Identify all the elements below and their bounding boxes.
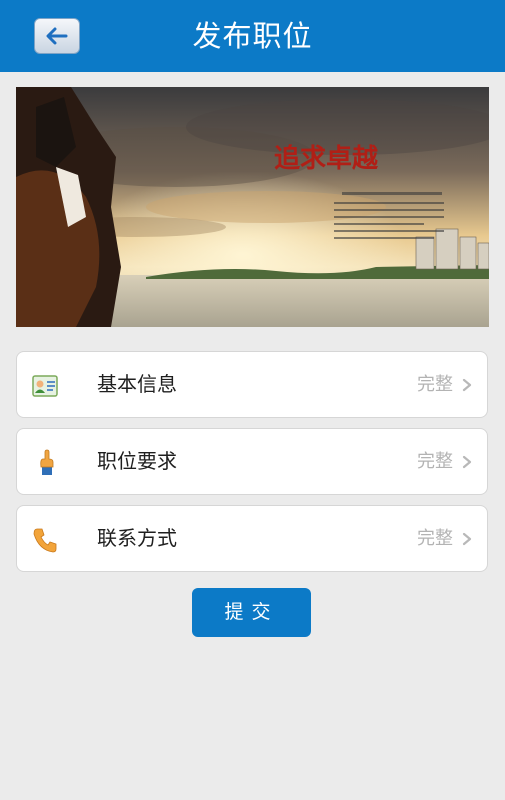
title-bar: 发布职位	[0, 0, 505, 72]
section-status: 完整	[417, 451, 453, 472]
chevron-right-icon	[462, 455, 472, 469]
banner-slogan: 追求卓越	[274, 143, 379, 174]
section-basic-info[interactable]: 基本信息 完整	[16, 351, 488, 418]
section-status: 完整	[417, 374, 453, 395]
section-contact-info[interactable]: 联系方式 完整	[16, 505, 488, 572]
chevron-right-icon	[462, 378, 472, 392]
id-card-icon	[32, 375, 58, 397]
section-label: 联系方式	[97, 526, 177, 550]
arrow-left-icon	[46, 27, 68, 45]
chevron-right-icon	[462, 532, 472, 546]
section-status: 完整	[417, 528, 453, 549]
submit-button[interactable]: 提交	[192, 588, 311, 637]
section-job-requirements[interactable]: 职位要求 完整	[16, 428, 488, 495]
pointing-hand-icon	[40, 449, 54, 475]
section-label: 基本信息	[97, 372, 177, 396]
back-button[interactable]	[34, 18, 80, 54]
section-label: 职位要求	[97, 449, 177, 473]
phone-icon	[33, 528, 57, 553]
banner-image: 追求卓越	[16, 87, 489, 327]
